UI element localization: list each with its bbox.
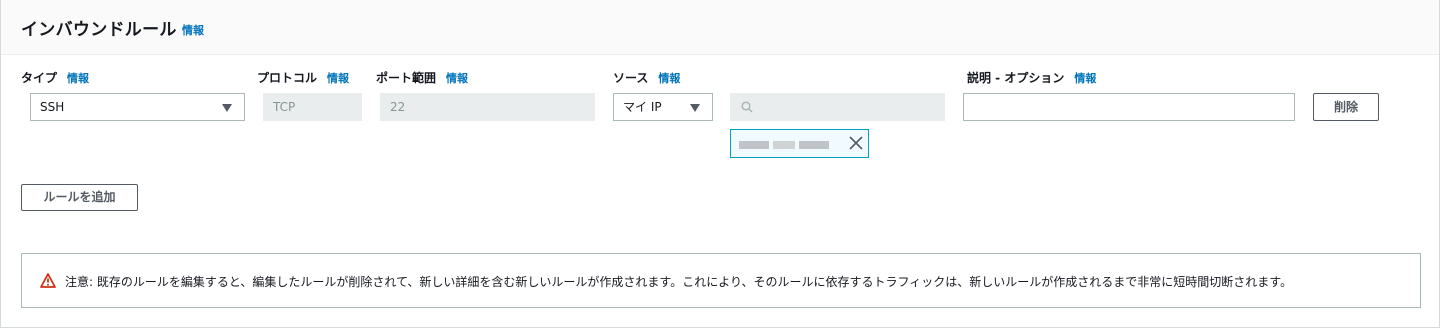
port-range-label: ポート範囲 情報: [376, 69, 468, 86]
port-range-label-text: ポート範囲: [376, 71, 437, 85]
type-info-link[interactable]: 情報: [67, 72, 89, 85]
type-select[interactable]: SSH: [30, 93, 245, 121]
description-label: 説明 - オプション 情報: [967, 69, 1096, 86]
port-range-info-link[interactable]: 情報: [446, 72, 468, 85]
delete-rule-button[interactable]: 削除: [1313, 93, 1379, 121]
type-label: タイプ 情報: [21, 69, 89, 86]
type-label-text: タイプ: [21, 71, 58, 85]
source-label: ソース 情報: [613, 69, 680, 86]
protocol-field: TCP: [263, 93, 362, 121]
close-icon[interactable]: [848, 135, 864, 151]
port-range-value: 22: [390, 100, 406, 114]
port-range-field: 22: [380, 93, 595, 121]
protocol-value: TCP: [273, 100, 296, 114]
title-info-link[interactable]: 情報: [182, 22, 204, 38]
protocol-label: プロトコル 情報: [257, 69, 349, 86]
source-info-link[interactable]: 情報: [658, 72, 680, 85]
description-info-link[interactable]: 情報: [1074, 72, 1096, 85]
source-select[interactable]: マイ IP: [613, 93, 713, 121]
cidr-search-input[interactable]: [730, 93, 945, 121]
description-label-text: 説明 - オプション: [967, 71, 1065, 85]
type-select-value: SSH: [40, 100, 65, 114]
warning-icon: [40, 273, 56, 288]
warning-alert: 注意: 既存のルールを編集すると、編集したルールが削除されて、新しい詳細を含む新…: [21, 253, 1421, 308]
inbound-rules-panel: インバウンドルール 情報 タイプ 情報 プロトコル 情報 ポート範囲 情報 ソース 情報…: [0, 0, 1440, 328]
source-label-text: ソース: [613, 71, 649, 85]
alert-text: 注意: 既存のルールを編集すると、編集したルールが削除されて、新しい詳細を含む新…: [65, 275, 1293, 289]
redacted-ip-part: [773, 141, 795, 149]
caret-down-icon: [690, 104, 700, 112]
caret-down-icon: [222, 104, 232, 112]
panel-header: インバウンドルール 情報: [1, 0, 1439, 55]
redacted-ip: [739, 141, 769, 149]
source-select-value: マイ IP: [623, 100, 662, 114]
add-rule-button[interactable]: ルールを追加: [21, 184, 138, 211]
protocol-label-text: プロトコル: [257, 71, 318, 85]
protocol-info-link[interactable]: 情報: [327, 72, 349, 85]
redacted-ip-part: [799, 141, 829, 149]
description-input[interactable]: [963, 93, 1295, 121]
search-icon: [741, 101, 753, 113]
ip-token: [730, 129, 869, 158]
panel-title: インバウンドルール: [21, 20, 177, 40]
